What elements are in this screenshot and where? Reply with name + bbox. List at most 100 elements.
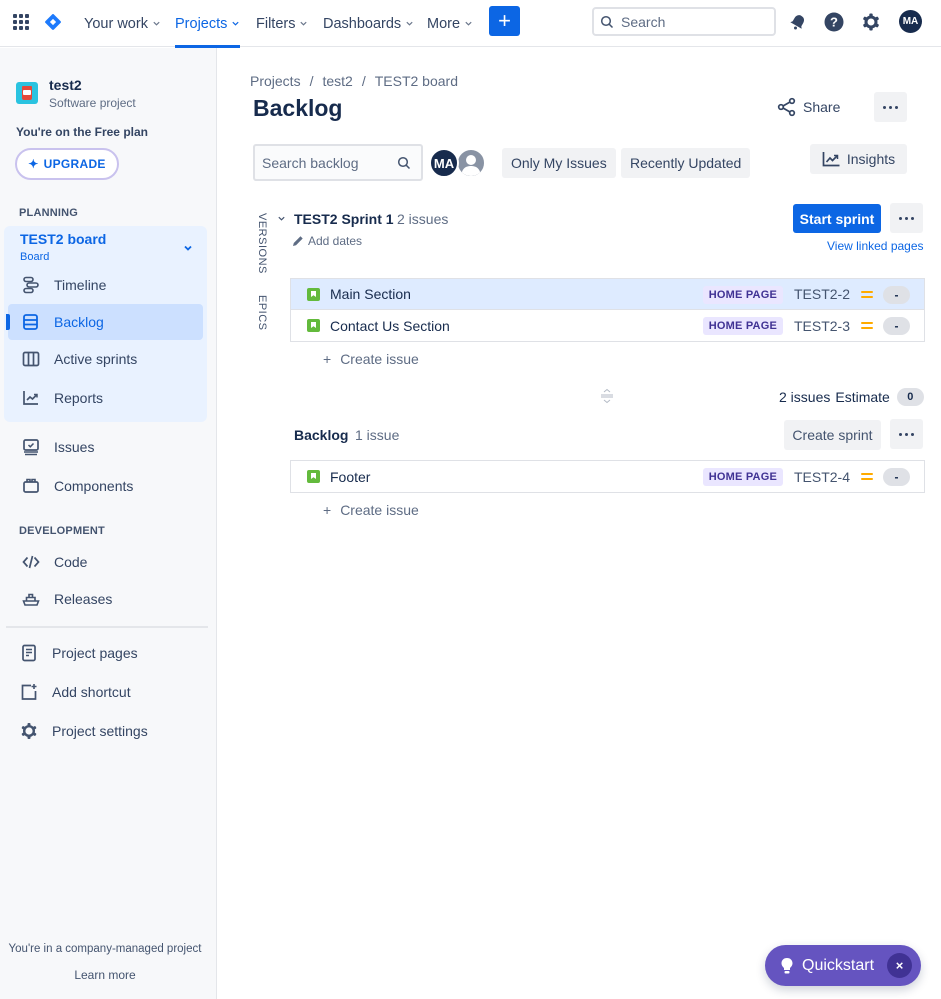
chevron-down-icon[interactable]: [277, 214, 286, 223]
global-search-input[interactable]: [621, 13, 761, 30]
nav-your-work[interactable]: Your work: [84, 0, 161, 47]
versions-panel-tab[interactable]: VERSIONS: [256, 213, 268, 274]
sidebar-item-add-shortcut[interactable]: Add shortcut: [8, 674, 203, 710]
epic-lozenge[interactable]: HOME PAGE: [702, 468, 783, 486]
sidebar-item-components[interactable]: Components: [8, 468, 203, 504]
add-dates-button[interactable]: Add dates: [292, 234, 362, 248]
nav-dashboards[interactable]: Dashboards: [323, 0, 414, 47]
search-icon: [397, 156, 411, 169]
epic-lozenge[interactable]: HOME PAGE: [702, 286, 783, 304]
backlog-issue-list: Footer HOME PAGE TEST2-4 -: [290, 460, 925, 493]
page-more-actions-button[interactable]: [874, 92, 907, 122]
project-avatar-icon: [16, 82, 38, 104]
issue-row[interactable]: Contact Us Section HOME PAGE TEST2-3 -: [291, 310, 924, 341]
plus-icon: +: [323, 502, 332, 518]
priority-medium-icon: [861, 472, 873, 481]
backlog-search[interactable]: [253, 144, 423, 181]
sidebar-item-active-sprints[interactable]: Active sprints: [8, 341, 203, 377]
pencil-icon: [293, 236, 303, 246]
issue-key[interactable]: TEST2-2: [794, 286, 850, 302]
create-button[interactable]: +: [489, 6, 520, 36]
sprint-create-issue-button[interactable]: + Create issue: [323, 351, 419, 367]
sidebar-item-timeline[interactable]: Timeline: [8, 267, 203, 303]
nav-projects[interactable]: Projects: [175, 0, 241, 48]
share-button[interactable]: Share: [777, 95, 840, 119]
backlog-more-actions-button[interactable]: [890, 419, 923, 449]
unassigned-filter-avatar[interactable]: [456, 148, 486, 178]
chevron-down-icon: [232, 21, 240, 26]
assignee-filter-avatar[interactable]: MA: [429, 148, 459, 178]
epics-panel-tab[interactable]: EPICS: [256, 295, 268, 331]
code-icon: [21, 552, 41, 572]
sidebar-divider: [6, 626, 208, 628]
sprint-more-actions-button[interactable]: [890, 203, 923, 233]
components-icon: [21, 476, 41, 496]
top-navigation: Your work Projects Filters Dashboards Mo…: [0, 0, 941, 48]
start-sprint-button[interactable]: Start sprint: [793, 204, 881, 233]
issue-summary: Footer: [330, 468, 371, 485]
sidebar-item-project-settings[interactable]: Project settings: [8, 713, 203, 749]
project-type: Software project: [49, 96, 136, 110]
nav-more[interactable]: More: [427, 0, 473, 47]
sidebar-item-backlog[interactable]: Backlog: [6, 304, 203, 340]
story-icon: [307, 470, 320, 483]
sidebar-item-issues[interactable]: Issues: [8, 429, 203, 465]
backlog-create-issue-button[interactable]: + Create issue: [323, 502, 419, 518]
lightbulb-icon: [781, 957, 793, 973]
issue-row[interactable]: Footer HOME PAGE TEST2-4 -: [291, 461, 924, 492]
estimate-pill[interactable]: -: [883, 317, 910, 335]
active-sprints-icon: [21, 349, 41, 369]
insights-icon: [822, 152, 840, 167]
backlog-section-title: Backlog: [294, 427, 349, 443]
sparkle-icon: ✦: [28, 157, 39, 171]
app-switcher-icon[interactable]: [13, 14, 29, 30]
page-title: Backlog: [253, 95, 343, 121]
sidebar-item-code[interactable]: Code: [8, 544, 203, 580]
settings-icon[interactable]: [860, 11, 882, 33]
create-sprint-button[interactable]: Create sprint: [784, 420, 881, 450]
help-icon[interactable]: ?: [823, 11, 845, 33]
quickstart-button[interactable]: Quickstart ×: [765, 945, 921, 986]
breadcrumb-board[interactable]: TEST2 board: [375, 73, 458, 89]
board-title[interactable]: TEST2 board: [20, 231, 106, 247]
estimate-total: 0: [896, 388, 924, 406]
close-icon[interactable]: ×: [887, 953, 912, 978]
learn-more-link[interactable]: Learn more: [0, 968, 210, 982]
jira-logo[interactable]: [43, 12, 63, 32]
estimate-pill[interactable]: -: [883, 468, 910, 486]
sidebar-item-project-pages[interactable]: Project pages: [8, 635, 203, 671]
insights-button[interactable]: Insights: [810, 144, 907, 174]
issue-key[interactable]: TEST2-3: [794, 318, 850, 334]
search-icon: [600, 15, 614, 28]
backlog-search-input[interactable]: [262, 154, 397, 171]
nav-filters[interactable]: Filters: [256, 0, 308, 47]
only-my-issues-filter[interactable]: Only My Issues: [502, 148, 616, 178]
sidebar-item-releases[interactable]: Releases: [8, 581, 203, 617]
project-pages-icon: [19, 643, 39, 663]
estimate-pill[interactable]: -: [883, 286, 910, 304]
upgrade-button[interactable]: ✦ UPGRADE: [15, 148, 119, 180]
global-search[interactable]: [592, 7, 776, 36]
issues-icon: [21, 437, 41, 457]
epic-lozenge[interactable]: HOME PAGE: [702, 317, 783, 335]
breadcrumb-projects[interactable]: Projects: [250, 73, 301, 89]
breadcrumb-project[interactable]: test2: [322, 73, 352, 89]
user-avatar[interactable]: MA: [899, 10, 922, 33]
backlog-icon: [21, 312, 41, 332]
chevron-down-icon[interactable]: [182, 242, 194, 254]
add-shortcut-icon: [19, 682, 39, 702]
chevron-down-icon: [465, 21, 472, 26]
sprint-footer: 2 issues Estimate 0: [779, 388, 924, 406]
priority-medium-icon: [861, 321, 873, 330]
resize-handle-icon[interactable]: [600, 388, 614, 404]
issue-row[interactable]: Main Section HOME PAGE TEST2-2 -: [291, 279, 924, 310]
sidebar-item-reports[interactable]: Reports: [8, 380, 203, 416]
project-settings-icon: [19, 721, 39, 741]
sprint-issue-list: Main Section HOME PAGE TEST2-2 - Contact…: [290, 278, 925, 342]
project-sidebar: test2 Software project You're on the Fre…: [0, 48, 217, 999]
recently-updated-filter[interactable]: Recently Updated: [621, 148, 751, 178]
view-linked-pages-link[interactable]: View linked pages: [827, 239, 924, 253]
breadcrumb: Projects / test2 / TEST2 board: [250, 73, 458, 89]
issue-key[interactable]: TEST2-4: [794, 469, 850, 485]
notifications-icon[interactable]: [787, 11, 809, 33]
